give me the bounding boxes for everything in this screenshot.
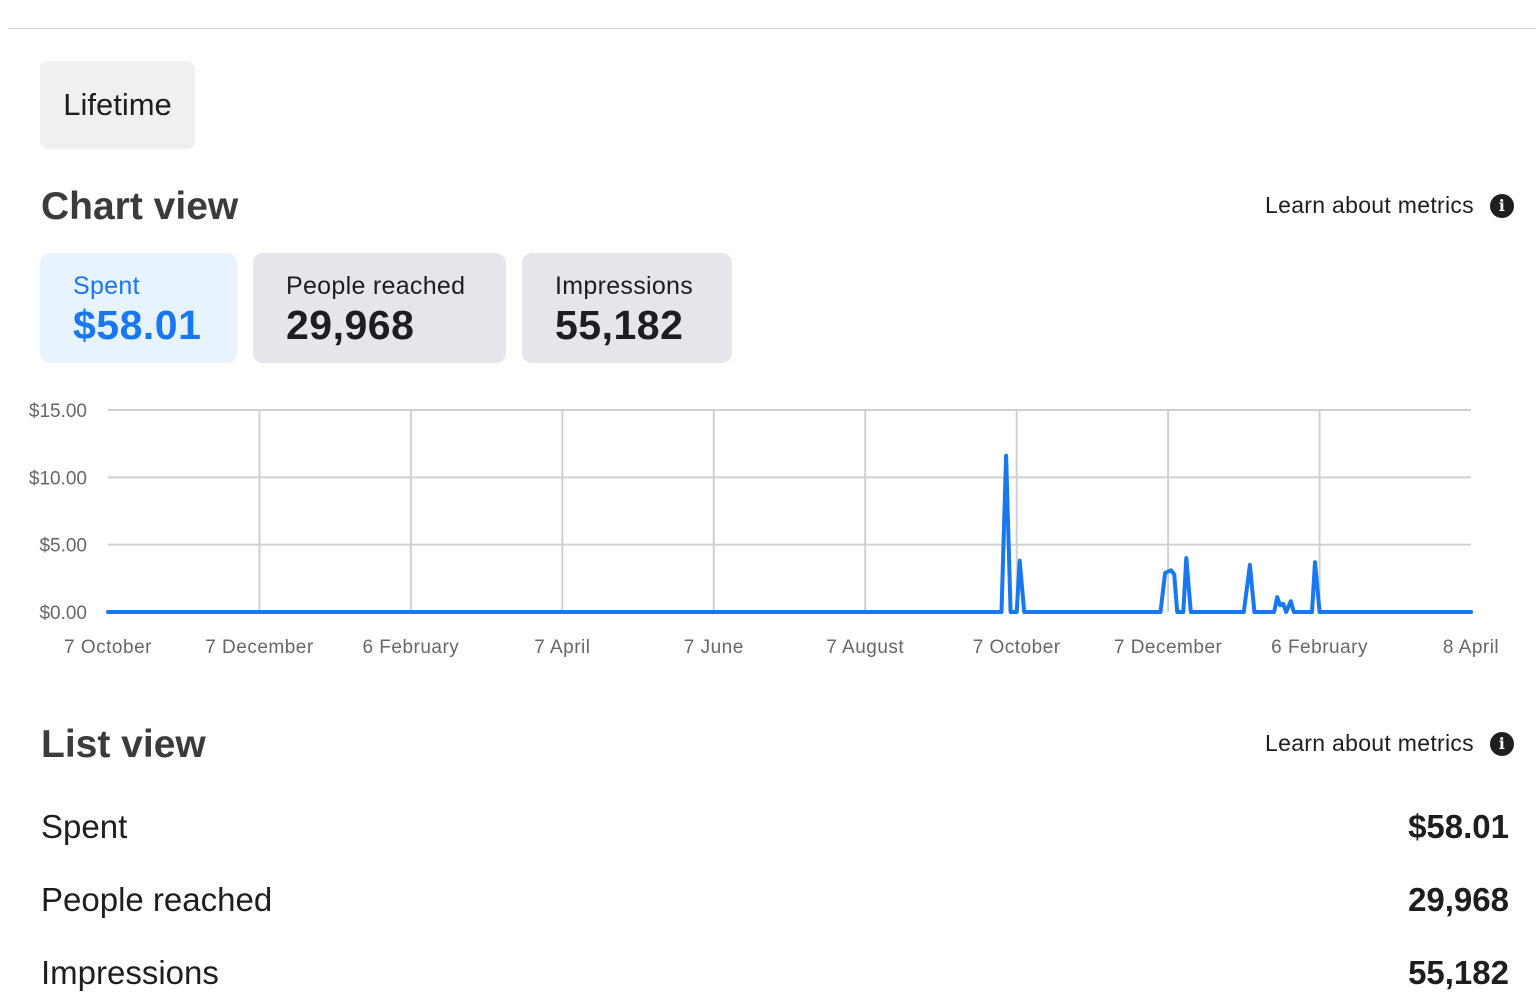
learn-about-metrics-link-list[interactable]: Learn about metrics i — [1265, 730, 1514, 757]
top-divider — [8, 28, 1536, 29]
learn-about-metrics-label: Learn about metrics — [1265, 730, 1474, 756]
metric-value: 55,182 — [555, 302, 684, 348]
list-row-impressions: Impressions 55,182 — [41, 954, 1509, 992]
chart-view-title: Chart view — [41, 185, 239, 228]
x-tick-label: 6 February — [362, 637, 459, 658]
spend-line-chart: $0.00 $5.00 $10.00 $15.00 7 October 7 Decembe… — [29, 401, 1499, 658]
metric-label: Impressions — [555, 272, 694, 300]
y-tick-label: $10.00 — [29, 468, 87, 489]
metric-value: 29,968 — [286, 302, 415, 348]
list-row-value: $58.01 — [1408, 808, 1509, 845]
metric-card-impressions[interactable]: Impressions 55,182 — [522, 253, 732, 363]
metric-card-spent[interactable]: Spent $58.01 — [40, 253, 237, 363]
x-tick-label: 7 June — [684, 637, 744, 658]
list-row-label: Spent — [41, 808, 128, 845]
x-tick-label: 8 April — [1443, 637, 1499, 658]
info-icon: i — [1490, 193, 1514, 218]
learn-about-metrics-link[interactable]: Learn about metrics i — [1265, 192, 1514, 219]
list-row-value: 55,182 — [1408, 954, 1509, 991]
learn-about-metrics-label: Learn about metrics — [1265, 192, 1474, 218]
metric-card-people-reached[interactable]: People reached 29,968 — [253, 253, 506, 363]
metric-value: $58.01 — [73, 302, 202, 348]
metric-label: Spent — [73, 272, 140, 300]
list-row-label: Impressions — [41, 954, 219, 991]
list-row-value: 29,968 — [1408, 881, 1509, 918]
spend-series-line — [106, 453, 1473, 614]
x-tick-label: 7 April — [534, 637, 590, 658]
y-tick-label: $0.00 — [39, 603, 87, 624]
y-tick-label: $15.00 — [29, 401, 87, 422]
list-row-label: People reached — [41, 881, 273, 918]
x-tick-label: 7 August — [826, 637, 904, 658]
y-tick-label: $5.00 — [39, 536, 87, 557]
x-tick-label: 6 February — [1271, 637, 1368, 658]
x-tick-label: 7 December — [205, 637, 314, 658]
x-tick-label: 7 October — [973, 637, 1061, 658]
list-view-title: List view — [41, 723, 206, 766]
list-row-people-reached: People reached 29,968 — [41, 881, 1509, 919]
x-tick-label: 7 December — [1114, 637, 1223, 658]
info-icon: i — [1490, 731, 1514, 756]
x-tick-label: 7 October — [64, 637, 152, 658]
metric-label: People reached — [286, 272, 466, 300]
list-row-spent: Spent $58.01 — [41, 808, 1509, 846]
period-selector-button[interactable]: Lifetime — [40, 61, 195, 149]
